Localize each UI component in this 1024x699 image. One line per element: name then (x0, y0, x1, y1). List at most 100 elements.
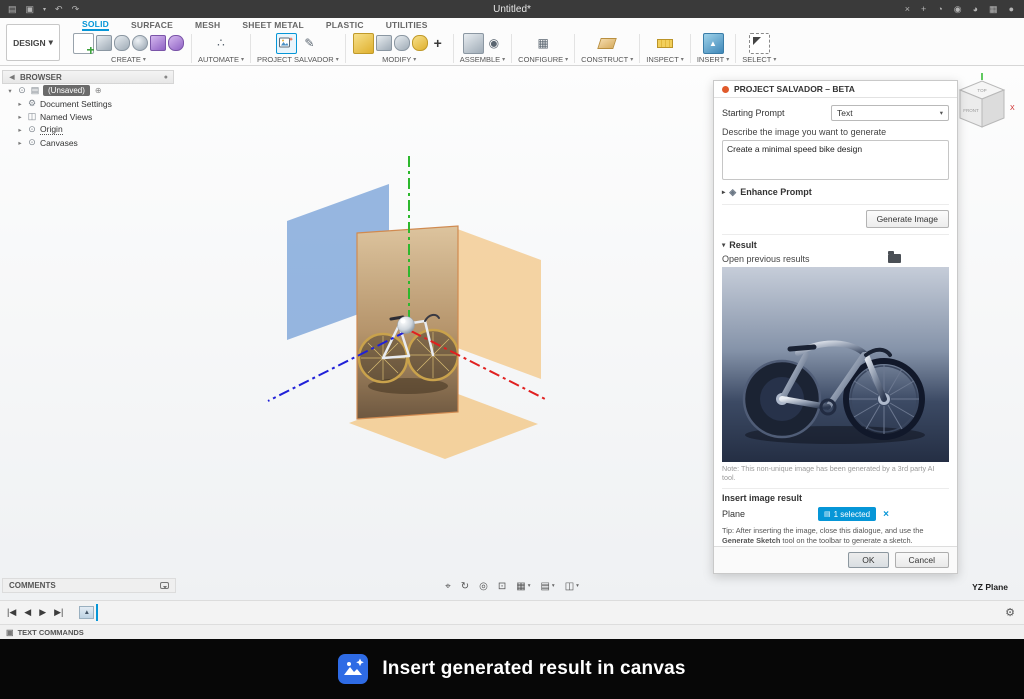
twisty-closed-icon[interactable]: ▸ (16, 113, 24, 121)
eye-icon[interactable]: ⊙ (17, 85, 27, 96)
select-menu[interactable]: SELECT ▾ (742, 55, 776, 64)
form-tool-icon[interactable] (150, 35, 166, 51)
construct-menu[interactable]: CONSTRUCT ▾ (581, 55, 633, 64)
automate-tool-icon[interactable]: ∴ (211, 33, 232, 54)
tip-suffix: tool on the toolbar to generate a sketch… (782, 536, 912, 545)
tab-utilities[interactable]: UTILITIES (386, 20, 428, 31)
configuration-table-icon[interactable]: ▦ (533, 33, 554, 54)
fillet-icon[interactable] (376, 35, 392, 51)
inspect-menu[interactable]: INSPECT ▾ (646, 55, 684, 64)
display-settings-dropdown[interactable]: ▦ ▾ (516, 581, 530, 592)
twisty-closed-icon[interactable]: ▸ (16, 139, 24, 147)
browser-item-canvases[interactable]: ▸ ⊙ Canvases (2, 136, 174, 149)
pan-icon[interactable]: ⌖ (445, 581, 451, 592)
fit-icon[interactable]: ⊡ (498, 581, 506, 592)
generate-image-tool-icon[interactable] (276, 33, 297, 54)
tab-surface[interactable]: SURFACE (131, 20, 173, 31)
create-sketch-icon[interactable] (73, 33, 94, 54)
apps-icon[interactable]: ▦ (989, 4, 998, 15)
browser-item-named-views[interactable]: ▸ ◫ Named Views (2, 110, 174, 123)
twisty-open-icon[interactable]: ▾ (6, 87, 14, 95)
shell-icon[interactable] (394, 35, 410, 51)
redo-icon[interactable]: ↷ (72, 4, 80, 15)
select-tool-icon[interactable] (749, 33, 770, 54)
browser-item-origin[interactable]: ▸ ⊙ Origin (2, 123, 174, 136)
timeline-canvas-feature[interactable]: ▲ (79, 606, 94, 619)
tab-mesh[interactable]: MESH (195, 20, 220, 31)
close-icon[interactable]: × (905, 4, 910, 15)
move-copy-icon[interactable]: + (430, 35, 446, 51)
play-icon[interactable]: ▶ (39, 607, 46, 618)
browser-item-document-settings[interactable]: ▸ ⚙ Document Settings (2, 97, 174, 110)
generate-image-button[interactable]: Generate Image (866, 210, 949, 228)
add-icon[interactable]: ⊕ (95, 86, 102, 95)
tab-solid[interactable]: SOLID (82, 19, 109, 31)
configure-menu[interactable]: CONFIGURE ▾ (518, 55, 568, 64)
orbit-icon[interactable]: ↻ (461, 581, 469, 592)
comments-bar[interactable]: COMMENTS (2, 578, 176, 593)
ai-note: Note: This non-unique image has been gen… (722, 464, 949, 482)
browser-root-row[interactable]: ▾ ⊙ ▤ (Unsaved) ⊕ (2, 84, 174, 97)
chevron-down-icon: ▾ (528, 583, 531, 589)
plane-selected-chip[interactable]: ▤ 1 selected (818, 507, 876, 521)
press-pull-icon[interactable] (353, 33, 374, 54)
clear-selection-icon[interactable]: × (883, 509, 889, 520)
collaborate-icon[interactable]: ◉ (954, 4, 962, 15)
timeline-settings-icon[interactable]: ⚙ (1005, 606, 1024, 619)
save-icon[interactable]: ▣ (26, 4, 35, 15)
twisty-closed-icon[interactable]: ▸ (16, 126, 24, 134)
torus-tool-icon[interactable] (168, 35, 184, 51)
tab-sheet-metal[interactable]: SHEET METAL (242, 20, 304, 31)
notifications-icon[interactable]: ◕ (973, 4, 978, 15)
text-commands-bar[interactable]: ▣ TEXT COMMANDS (0, 624, 1024, 639)
cylinder-tool-icon[interactable] (114, 35, 130, 51)
eye-icon[interactable]: ⊙ (27, 124, 37, 135)
tab-plastic[interactable]: PLASTIC (326, 20, 364, 31)
joint-icon[interactable]: ◉ (486, 35, 502, 51)
panel-header[interactable]: PROJECT SALVADOR – BETA (714, 81, 957, 98)
box-tool-icon[interactable] (96, 35, 112, 51)
construct-label: CONSTRUCT (581, 55, 628, 64)
zoom-icon[interactable]: ◎ (479, 581, 488, 592)
twisty-closed-icon[interactable]: ▸ (16, 100, 24, 108)
folder-icon[interactable] (888, 254, 901, 263)
chevron-down-icon: ▾ (576, 583, 579, 589)
design-workspace-dropdown[interactable]: DESIGN ▾ (6, 24, 60, 61)
measure-icon[interactable] (657, 39, 673, 48)
assemble-menu[interactable]: ASSEMBLE ▾ (460, 55, 505, 64)
ok-button[interactable]: OK (848, 552, 888, 568)
automate-menu[interactable]: AUTOMATE ▾ (198, 55, 244, 64)
insert-canvas-icon[interactable]: ▲ (703, 33, 724, 54)
result-section-toggle[interactable]: ▾ Result (722, 240, 949, 250)
document-name-chip[interactable]: (Unsaved) (43, 85, 90, 96)
profile-icon[interactable]: ● (1009, 4, 1014, 15)
browser-header[interactable]: ◀ BROWSER ● (2, 70, 174, 84)
starting-prompt-select[interactable]: Text ▾ (831, 105, 949, 121)
modify-menu[interactable]: MODIFY ▾ (382, 55, 416, 64)
go-to-start-icon[interactable]: |◀ (7, 607, 16, 618)
browser-handle-icon[interactable]: ● (164, 74, 168, 81)
create-menu[interactable]: CREATE ▾ (111, 55, 146, 64)
insert-menu[interactable]: INSERT ▾ (697, 55, 729, 64)
timeline-playhead[interactable] (96, 604, 98, 621)
combine-icon[interactable] (412, 35, 428, 51)
history-icon[interactable]: ◔ (937, 4, 942, 15)
generated-image[interactable] (722, 267, 949, 462)
cancel-button[interactable]: Cancel (895, 552, 949, 568)
grid-settings-dropdown[interactable]: ▤ ▾ (540, 581, 554, 592)
construction-plane-icon[interactable] (597, 38, 617, 49)
undo-icon[interactable]: ↶ (55, 4, 63, 15)
generate-sketch-tool-icon[interactable]: ✎ (299, 33, 320, 54)
save-caret-icon[interactable]: ▾ (43, 6, 46, 13)
new-tab-icon[interactable]: + (921, 4, 926, 15)
project-salvador-menu[interactable]: PROJECT SALVADOR ▾ (257, 55, 339, 64)
viewports-dropdown[interactable]: ◫ ▾ (565, 581, 579, 592)
step-back-icon[interactable]: ◀ (24, 607, 31, 618)
eye-icon[interactable]: ⊙ (27, 137, 37, 148)
enhance-prompt-toggle[interactable]: ▸ ◈ Enhance Prompt (722, 187, 949, 198)
prompt-textarea[interactable]: Create a minimal speed bike design (722, 140, 949, 180)
app-menu-icon[interactable]: ▤ (8, 4, 17, 15)
go-to-end-icon[interactable]: ▶| (54, 607, 63, 618)
sphere-tool-icon[interactable] (132, 35, 148, 51)
new-component-icon[interactable] (463, 33, 484, 54)
